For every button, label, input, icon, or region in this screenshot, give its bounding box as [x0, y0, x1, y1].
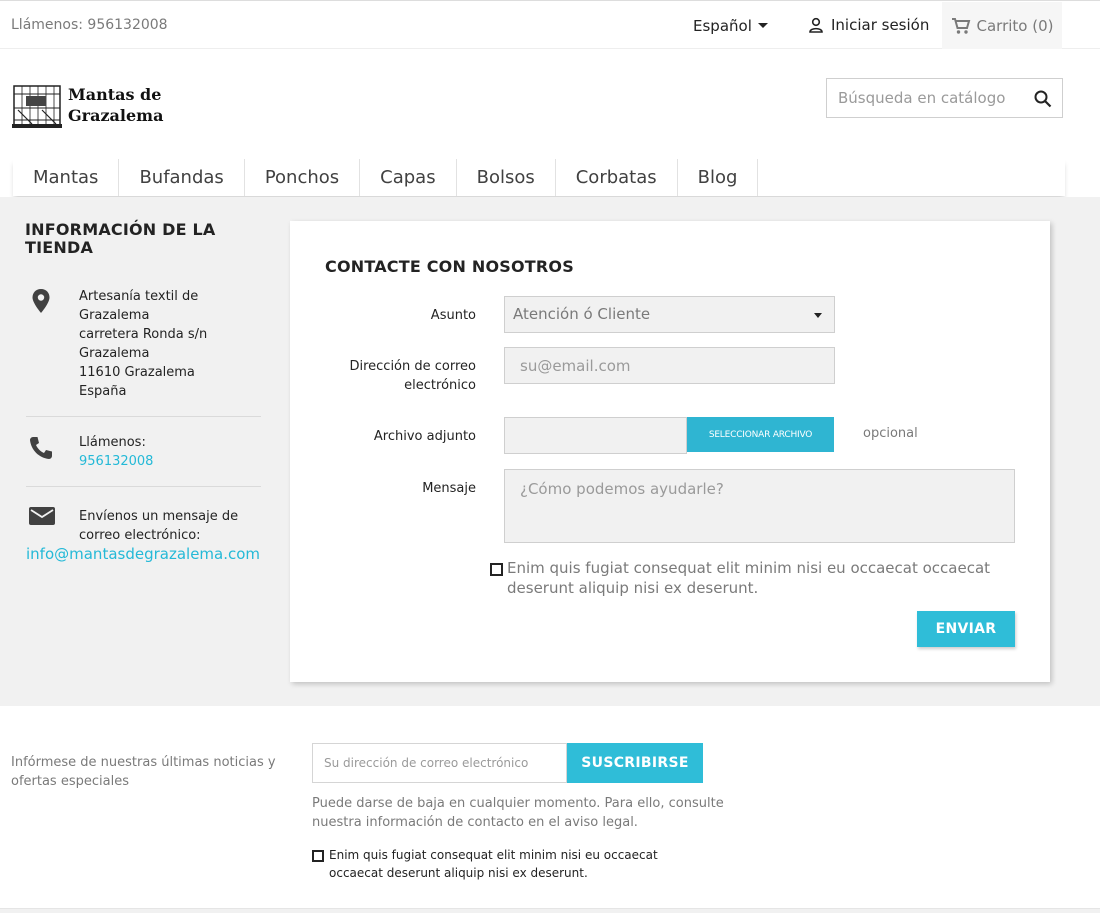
search-input[interactable]: [827, 79, 1017, 117]
caret-down-icon: [757, 23, 768, 28]
newsletter-consent-text: Enim quis fugiat consequat elit minim ni…: [329, 848, 658, 880]
gdpr-consent-text: Enim quis fugiat consequat elit minim ni…: [507, 559, 991, 597]
subject-label: Asunto: [430, 308, 476, 323]
location-pin-icon: [32, 289, 50, 313]
menu-item-mantas[interactable]: Mantas: [13, 159, 120, 196]
login-link[interactable]: Iniciar sesión: [808, 16, 929, 34]
address-line: Grazalema: [79, 308, 150, 323]
envelope-icon: [29, 507, 55, 525]
menu-item-corbatas[interactable]: Corbatas: [556, 159, 678, 196]
store-phone-block: Llámenos: 956132008: [26, 417, 261, 487]
newsletter-consent-checkbox[interactable]: [312, 850, 324, 862]
address-line: 11610 Grazalema: [79, 365, 195, 380]
select-file-button[interactable]: SELECCIONAR ARCHIVO: [687, 417, 834, 452]
menu-item-bufandas[interactable]: Bufandas: [119, 159, 245, 196]
address-line: Grazalema: [79, 346, 150, 361]
contact-form-title: CONTACTE CON NOSOTROS: [325, 257, 574, 276]
caret-down-icon: [814, 313, 822, 318]
newsletter-email-input[interactable]: [312, 743, 567, 783]
cart-icon: [951, 17, 970, 34]
email-label: Envíenos un mensaje de correo electrónic…: [79, 509, 239, 543]
subject-select[interactable]: Atención ó Cliente: [504, 296, 835, 333]
main-menu: Mantas Bufandas Ponchos Capas Bolsos Cor…: [13, 159, 1065, 196]
gdpr-consent: Enim quis fugiat consequat elit minim ni…: [490, 558, 1035, 598]
top-bar: Llámenos: 956132008 Español Iniciar sesi…: [0, 0, 1100, 49]
store-email-link[interactable]: info@mantasdegrazalema.com: [26, 545, 260, 563]
store-address: Artesanía textil de Grazalema carretera …: [79, 287, 259, 401]
logo-text: Mantas de Grazalema: [68, 84, 163, 126]
cart-label: Carrito (0): [976, 16, 1054, 35]
store-info-title: INFORMACIÓN DE LA TIENDA: [25, 220, 216, 257]
email-field[interactable]: [504, 347, 835, 384]
attachment-label: Archivo adjunto: [373, 429, 476, 444]
address-line: carretera Ronda s/n: [79, 327, 208, 342]
cart-button[interactable]: Carrito (0): [942, 2, 1062, 49]
subscribe-button[interactable]: SUSCRIBIRSE: [567, 743, 703, 783]
site-logo[interactable]: Mantas de Grazalema: [12, 80, 163, 130]
logo-line-2: Grazalema: [68, 106, 164, 125]
footer-divider: [0, 908, 1100, 913]
login-label: Iniciar sesión: [831, 16, 930, 34]
phone-label: Llámenos:: [79, 435, 146, 450]
newsletter-consent: Enim quis fugiat consequat elit minim ni…: [312, 846, 712, 882]
newsletter-label: Infórmese de nuestras últimas noticias y…: [11, 755, 276, 789]
menu-item-blog[interactable]: Blog: [678, 159, 759, 196]
message-textarea[interactable]: [504, 469, 1015, 543]
phone-number-link[interactable]: 956132008: [79, 452, 259, 471]
address-line: Artesanía textil de: [79, 289, 199, 304]
send-button[interactable]: ENVIAR: [917, 611, 1015, 647]
logo-line-1: Mantas de: [68, 85, 162, 104]
main-content: INFORMACIÓN DE LA TIENDA Artesanía texti…: [0, 197, 1100, 706]
topbar-phone: Llámenos: 956132008: [11, 17, 168, 33]
store-phone: Llámenos: 956132008: [79, 433, 259, 471]
contact-form: CONTACTE CON NOSOTROS Asunto Atención ó …: [290, 221, 1050, 682]
menu-item-bolsos[interactable]: Bolsos: [457, 159, 556, 196]
attachment-filename-field[interactable]: [504, 417, 687, 454]
email-field-label: Dirección de correo electrónico: [349, 359, 476, 393]
message-label: Mensaje: [422, 481, 476, 496]
store-address-block: Artesanía textil de Grazalema carretera …: [26, 287, 261, 417]
language-label: Español: [693, 17, 752, 35]
gdpr-consent-checkbox[interactable]: [490, 563, 503, 576]
menu-item-ponchos[interactable]: Ponchos: [245, 159, 361, 196]
subject-selected-value: Atención ó Cliente: [513, 305, 651, 323]
search-box: [826, 78, 1063, 118]
menu-item-capas[interactable]: Capas: [360, 159, 457, 196]
logo-loom-icon: [12, 85, 62, 128]
person-icon: [809, 17, 823, 33]
phone-icon: [30, 437, 52, 459]
language-selector[interactable]: Español: [693, 17, 768, 35]
newsletter-unsubscribe-note: Puede darse de baja en cualquier momento…: [312, 796, 724, 830]
address-line: España: [79, 384, 127, 399]
attachment-optional-note: opcional: [863, 426, 918, 441]
search-icon[interactable]: [1034, 90, 1052, 108]
